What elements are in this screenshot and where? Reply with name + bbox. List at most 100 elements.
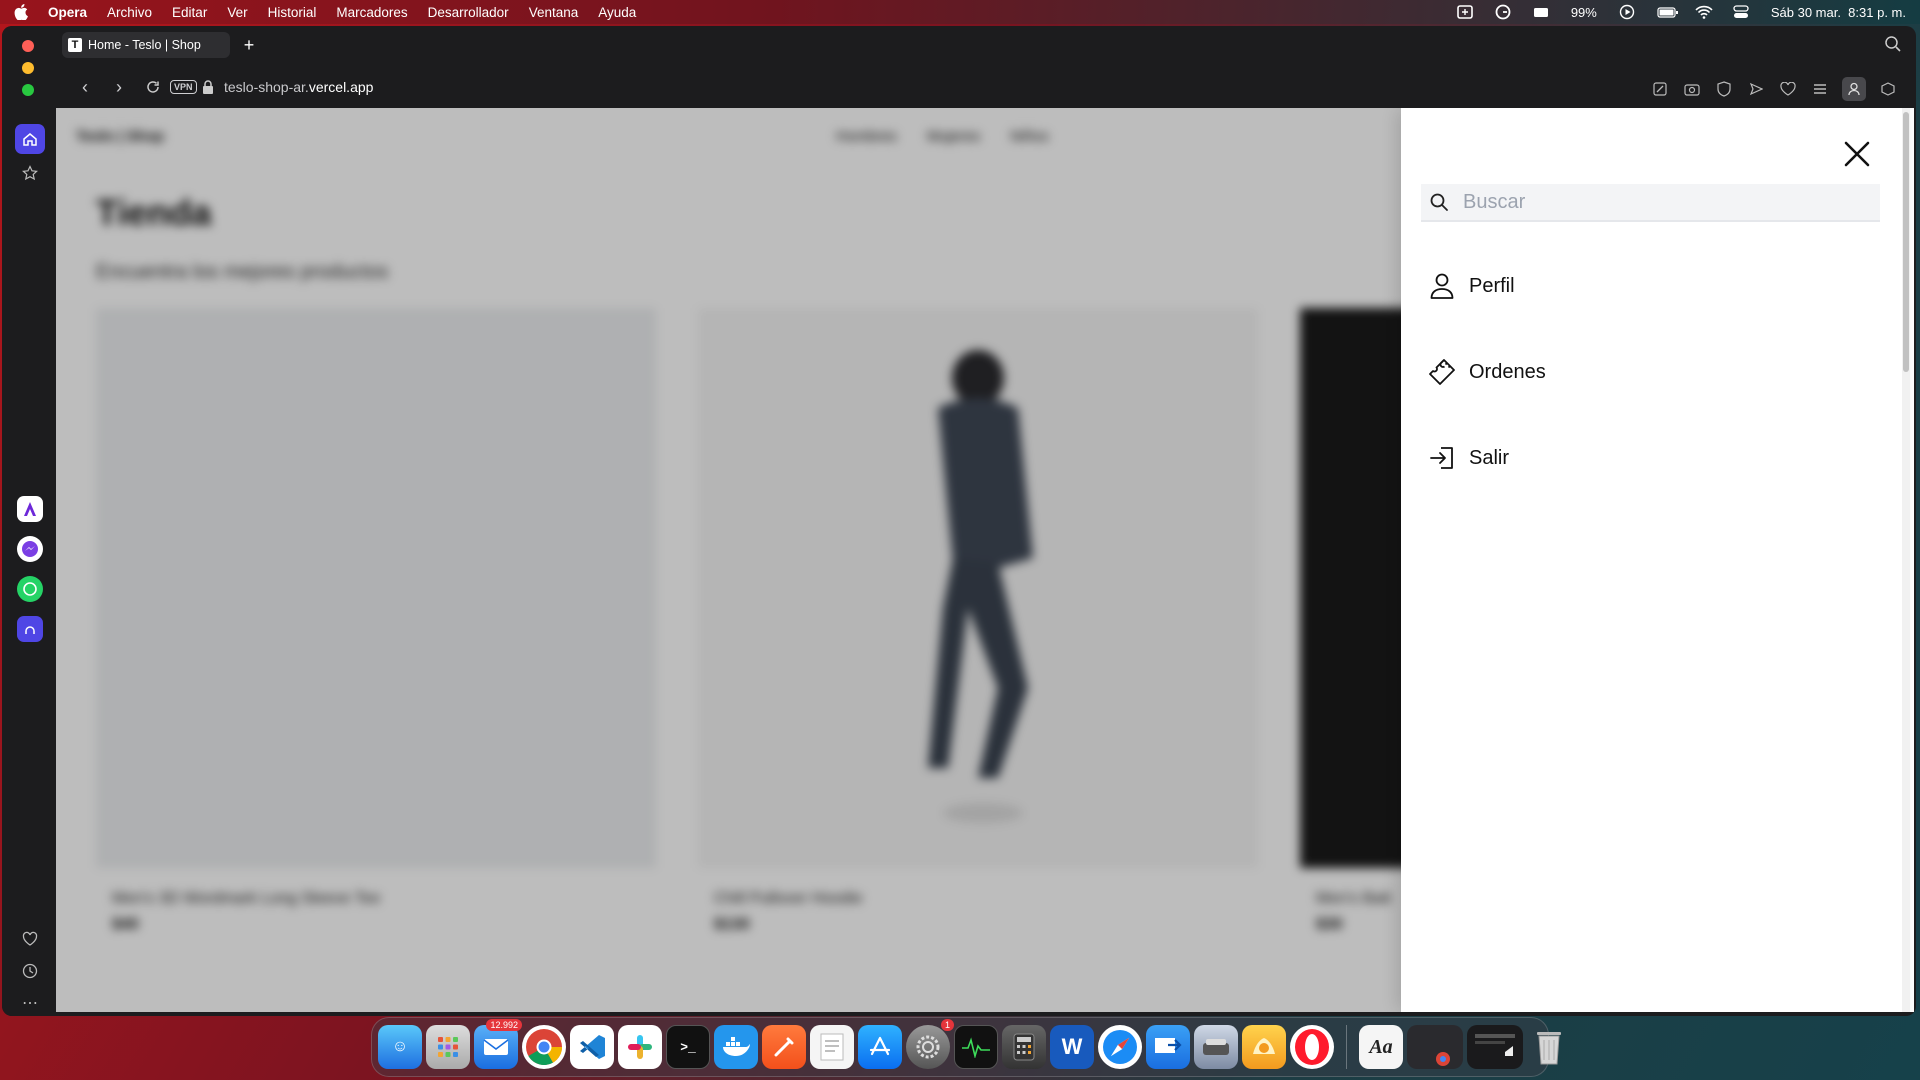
clock[interactable]: Sáb 30 mar. 8:31 p. m.	[1771, 5, 1906, 20]
forward-button[interactable]: ›	[108, 76, 130, 98]
search-tabs-icon[interactable]	[1884, 35, 1904, 55]
tab-strip: T Home - Teslo | Shop +	[56, 26, 1916, 64]
menu-item-label: Salir	[1469, 446, 1510, 469]
extensions-icon[interactable]	[1878, 79, 1898, 99]
menu-item-label: Ordenes	[1469, 360, 1546, 383]
vscode-icon[interactable]	[570, 1025, 614, 1069]
keyboard-icon[interactable]	[1533, 4, 1549, 20]
word-icon[interactable]: W	[1050, 1025, 1094, 1069]
slack-icon[interactable]	[618, 1025, 662, 1069]
close-icon[interactable]	[1841, 138, 1873, 170]
toolbar-icons	[1650, 77, 1898, 101]
opera-icon[interactable]	[1290, 1025, 1334, 1069]
menu-desarrollador[interactable]: Desarrollador	[428, 5, 509, 20]
url-prefix: teslo-shop-ar.	[224, 79, 309, 95]
menu-ventana[interactable]: Ventana	[529, 5, 579, 20]
back-button[interactable]: ‹	[74, 76, 96, 98]
menu-item-perfil[interactable]: Perfil	[1427, 266, 1515, 306]
send-icon[interactable]	[1746, 79, 1766, 99]
settings-badge: 1	[940, 1019, 954, 1031]
lock-icon[interactable]	[202, 80, 216, 94]
logout-icon	[1427, 443, 1457, 473]
url-field[interactable]: teslo-shop-ar.vercel.app	[224, 79, 373, 95]
menu-bar: Opera Archivo Editar Ver Historial Marca…	[0, 0, 1920, 24]
terminal-icon[interactable]: >_	[666, 1025, 710, 1069]
dock: ☺ 12.992 >_ 1 W Aa	[371, 1017, 1561, 1077]
vlc-like-icon[interactable]	[1242, 1025, 1286, 1069]
disk-utility-icon[interactable]	[1194, 1025, 1238, 1069]
trash-icon[interactable]	[1527, 1025, 1571, 1069]
history-icon[interactable]	[15, 956, 45, 986]
aria-icon[interactable]	[17, 496, 43, 522]
reload-icon[interactable]	[142, 76, 164, 98]
textedit-icon[interactable]	[810, 1025, 854, 1069]
tab-home-teslo-shop[interactable]: T Home - Teslo | Shop	[62, 32, 230, 58]
side-menu: Perfil Ordenes Salir	[1401, 108, 1904, 1012]
menu-item-label: Perfil	[1469, 274, 1515, 297]
menu-ver[interactable]: Ver	[227, 5, 247, 20]
recent-window-thumbnail[interactable]	[1407, 1025, 1463, 1069]
font-book-icon[interactable]: Aa	[1359, 1025, 1403, 1069]
more-icon[interactable]: ⋯	[15, 988, 45, 1016]
shield-icon[interactable]	[1714, 79, 1734, 99]
easy-setup-icon[interactable]	[1810, 79, 1830, 99]
mail-badge: 12.992	[486, 1019, 522, 1031]
launchpad-icon[interactable]	[426, 1025, 470, 1069]
person-icon	[1427, 271, 1457, 301]
grammarly-icon[interactable]	[1495, 4, 1511, 20]
menu-ayuda[interactable]: Ayuda	[598, 5, 636, 20]
whatsapp-icon[interactable]	[17, 576, 43, 602]
wifi-icon[interactable]	[1695, 4, 1713, 20]
docker-icon[interactable]	[714, 1025, 758, 1069]
home-icon[interactable]	[15, 124, 45, 154]
profile-icon[interactable]	[1842, 77, 1866, 101]
menu-item-salir[interactable]: Salir	[1427, 438, 1509, 478]
vpn-badge[interactable]: VPN	[170, 80, 197, 94]
battery-percentage: 99%	[1570, 4, 1597, 20]
mail-icon[interactable]: 12.992	[474, 1019, 522, 1069]
calculator-icon[interactable]	[1002, 1025, 1046, 1069]
menu-item-ordenes[interactable]: Ordenes	[1427, 352, 1546, 392]
apple-icon[interactable]	[14, 4, 28, 21]
messenger-icon[interactable]	[17, 536, 43, 562]
menu-backdrop[interactable]	[56, 108, 1402, 1012]
camera-icon[interactable]	[1682, 79, 1702, 99]
new-tab-button[interactable]: +	[238, 34, 260, 56]
dock-separator	[1346, 1025, 1347, 1069]
url-domain: vercel.app	[308, 79, 374, 95]
heart-outline-icon[interactable]	[1778, 79, 1798, 99]
page-scrollbar[interactable]	[1902, 108, 1910, 1012]
system-settings-icon[interactable]: 1	[906, 1019, 954, 1069]
screen-share-icon[interactable]	[1457, 4, 1473, 20]
play-icon[interactable]	[1619, 4, 1635, 20]
search-input[interactable]	[1463, 190, 1863, 214]
chrome-icon[interactable]	[522, 1025, 566, 1069]
music-player-icon[interactable]	[17, 616, 43, 642]
recent-document-thumbnail[interactable]	[1467, 1025, 1523, 1069]
battery-icon[interactable]	[1657, 4, 1678, 20]
teslo-favicon-icon: T	[68, 38, 82, 52]
menu-app-name[interactable]: Opera	[48, 5, 87, 20]
edit-icon[interactable]	[1650, 79, 1670, 99]
menu-editar[interactable]: Editar	[172, 5, 207, 20]
activity-monitor-icon[interactable]	[954, 1025, 998, 1069]
postman-icon[interactable]	[762, 1025, 806, 1069]
ticket-icon	[1427, 357, 1457, 387]
page-viewport: Teslo | Shop Hombres Mujeres Niños Tiend…	[56, 108, 1914, 1012]
address-bar: ‹ › VPN teslo-shop-ar.vercel.app	[56, 68, 1916, 106]
maximize-window-button[interactable]	[22, 84, 34, 96]
close-window-button[interactable]	[22, 40, 34, 52]
star-icon[interactable]	[15, 158, 45, 188]
menu-historial[interactable]: Historial	[268, 5, 317, 20]
menu-archivo[interactable]: Archivo	[107, 5, 152, 20]
safari-icon[interactable]	[1098, 1025, 1142, 1069]
scrollbar-thumb[interactable]	[1903, 112, 1909, 372]
heart-icon[interactable]	[15, 924, 45, 954]
search-box	[1421, 184, 1880, 222]
remote-desktop-icon[interactable]	[1146, 1025, 1190, 1069]
minimize-window-button[interactable]	[22, 62, 34, 74]
control-center-icon[interactable]	[1733, 4, 1749, 20]
finder-icon[interactable]: ☺	[378, 1025, 422, 1069]
app-store-icon[interactable]	[858, 1025, 902, 1069]
menu-marcadores[interactable]: Marcadores	[336, 5, 407, 20]
